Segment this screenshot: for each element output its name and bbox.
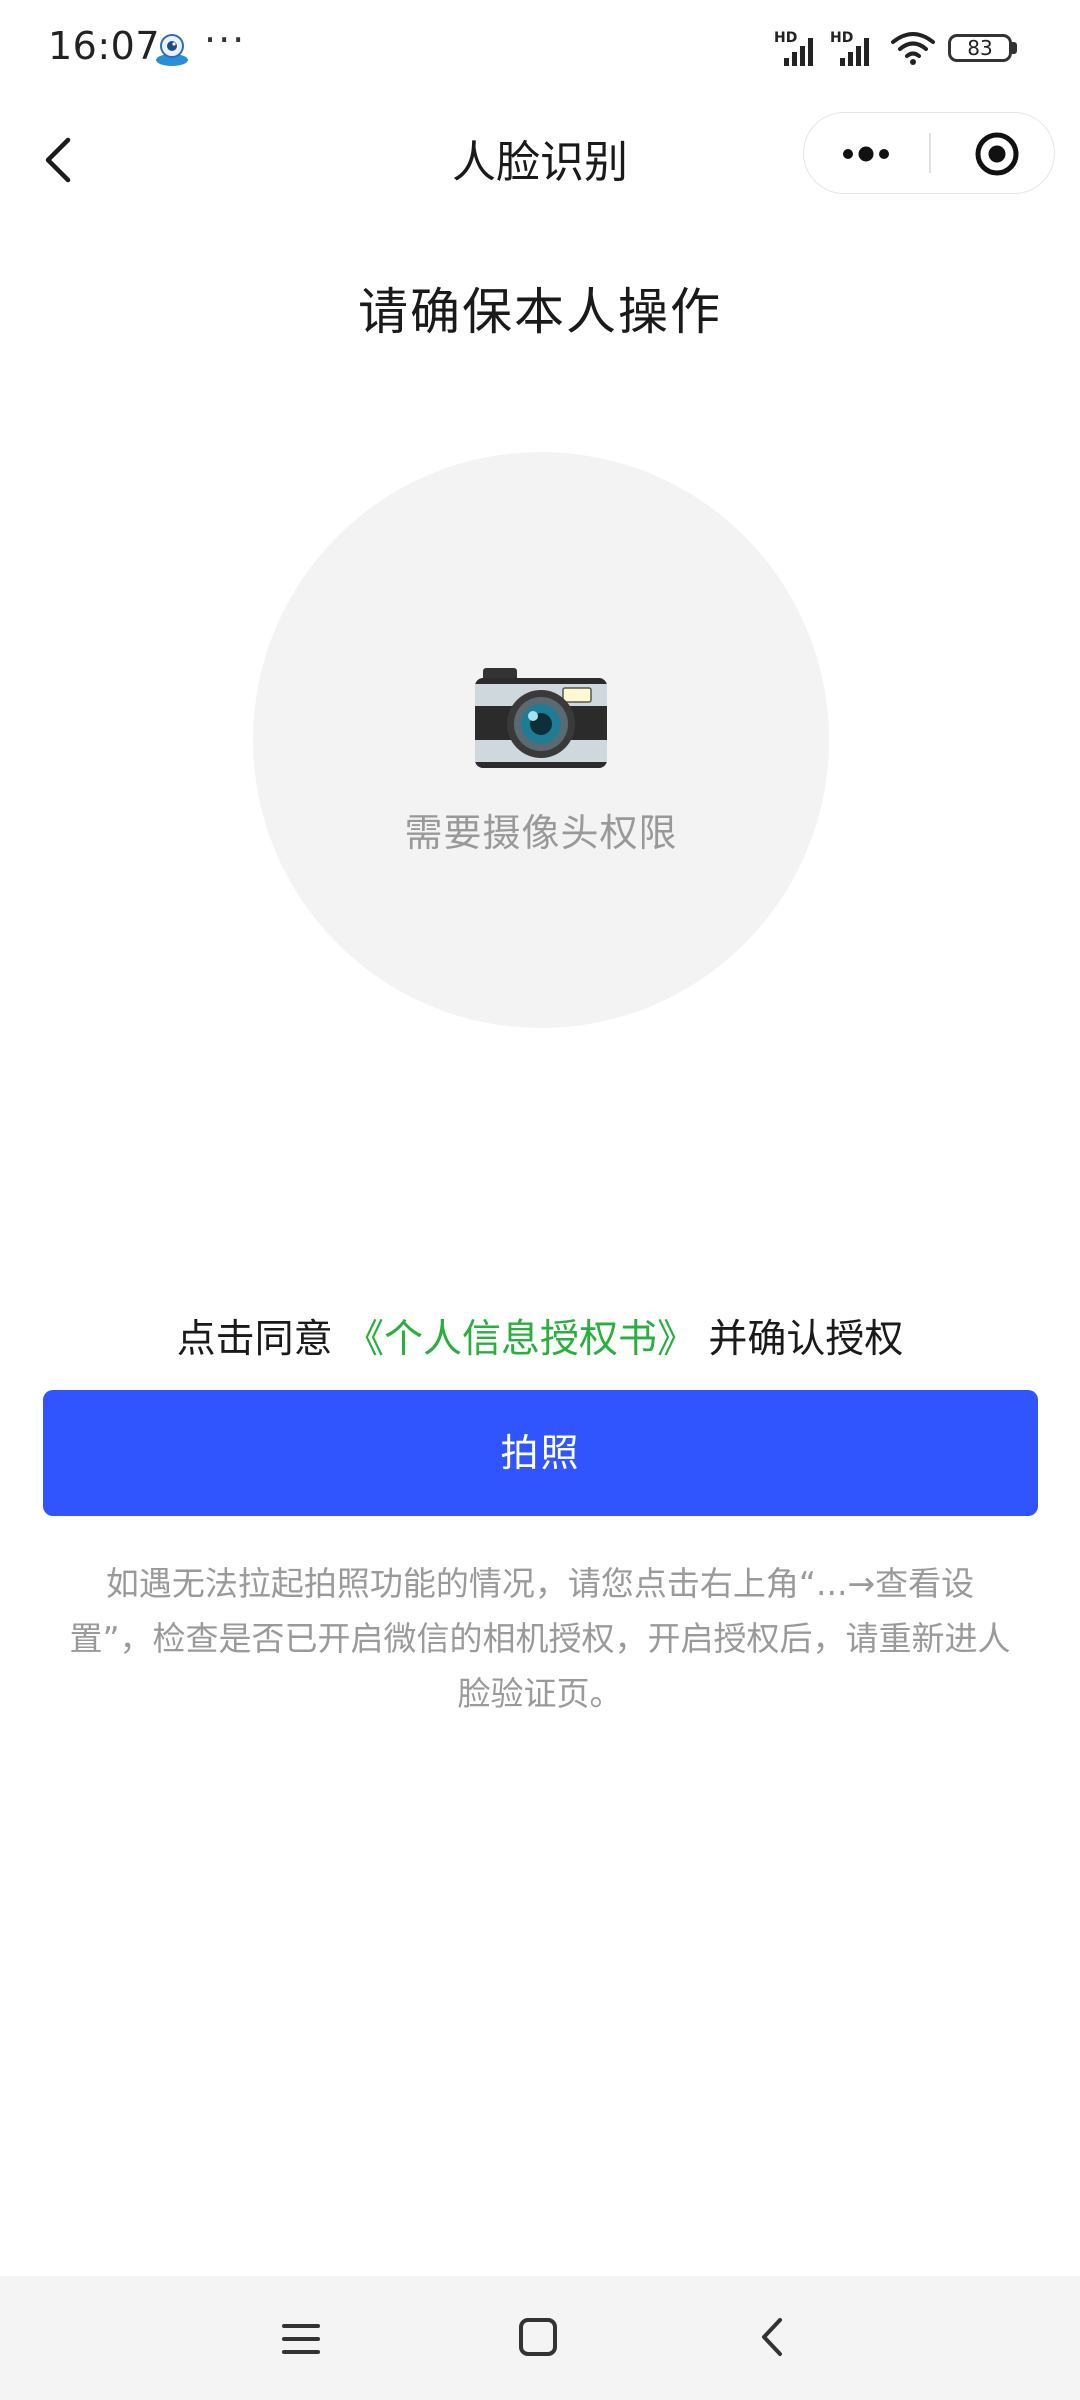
more-dots-icon[interactable] [804,113,928,195]
consent-statement: 点击同意 《个人信息授权书》 并确认授权 [0,1308,1080,1364]
mini-program-capsule [803,112,1055,194]
status-bar: 16:07 ··· HD HD 83 [0,0,1080,96]
camera-preview-area[interactable]: 需要摄像头权限 [253,452,829,1028]
wifi-icon [891,32,935,65]
navigation-bar: 人脸识别 [0,96,1080,216]
menu-lines-icon[interactable] [276,2314,326,2364]
battery-icon: 83 [948,34,1012,62]
camera-icon [475,668,607,768]
signal-icon: HD [774,30,824,70]
signal-icon: HD [830,30,880,70]
status-time: 16:07 [48,24,161,68]
face-recognition-page: 16:07 ··· HD HD 83 人脸识别 请确保本人操作 需要摄像头权限 … [0,0,1080,2400]
help-text: 如遇无法拉起拍照功能的情况，请您点击右上角“...→查看设置”，检查是否已开启微… [69,1564,1011,1713]
target-close-icon[interactable] [931,113,1055,195]
back-chevron-icon[interactable] [748,2312,798,2362]
take-photo-button[interactable]: 拍照 [43,1390,1038,1516]
battery-tip [1012,42,1017,54]
consent-prefix: 点击同意 [176,1317,333,1362]
app-notification-icon [156,34,188,66]
battery-level: 83 [967,36,993,60]
system-navigation-bar [0,2276,1080,2400]
camera-permission-hint: 需要摄像头权限 [404,811,678,855]
consent-suffix: 并确认授权 [708,1317,904,1362]
home-square-icon[interactable] [513,2312,563,2362]
status-more-icon: ··· [204,18,247,62]
authorization-document-link[interactable]: 《个人信息授权书》 [345,1317,696,1362]
main-heading: 请确保本人操作 [358,283,722,341]
